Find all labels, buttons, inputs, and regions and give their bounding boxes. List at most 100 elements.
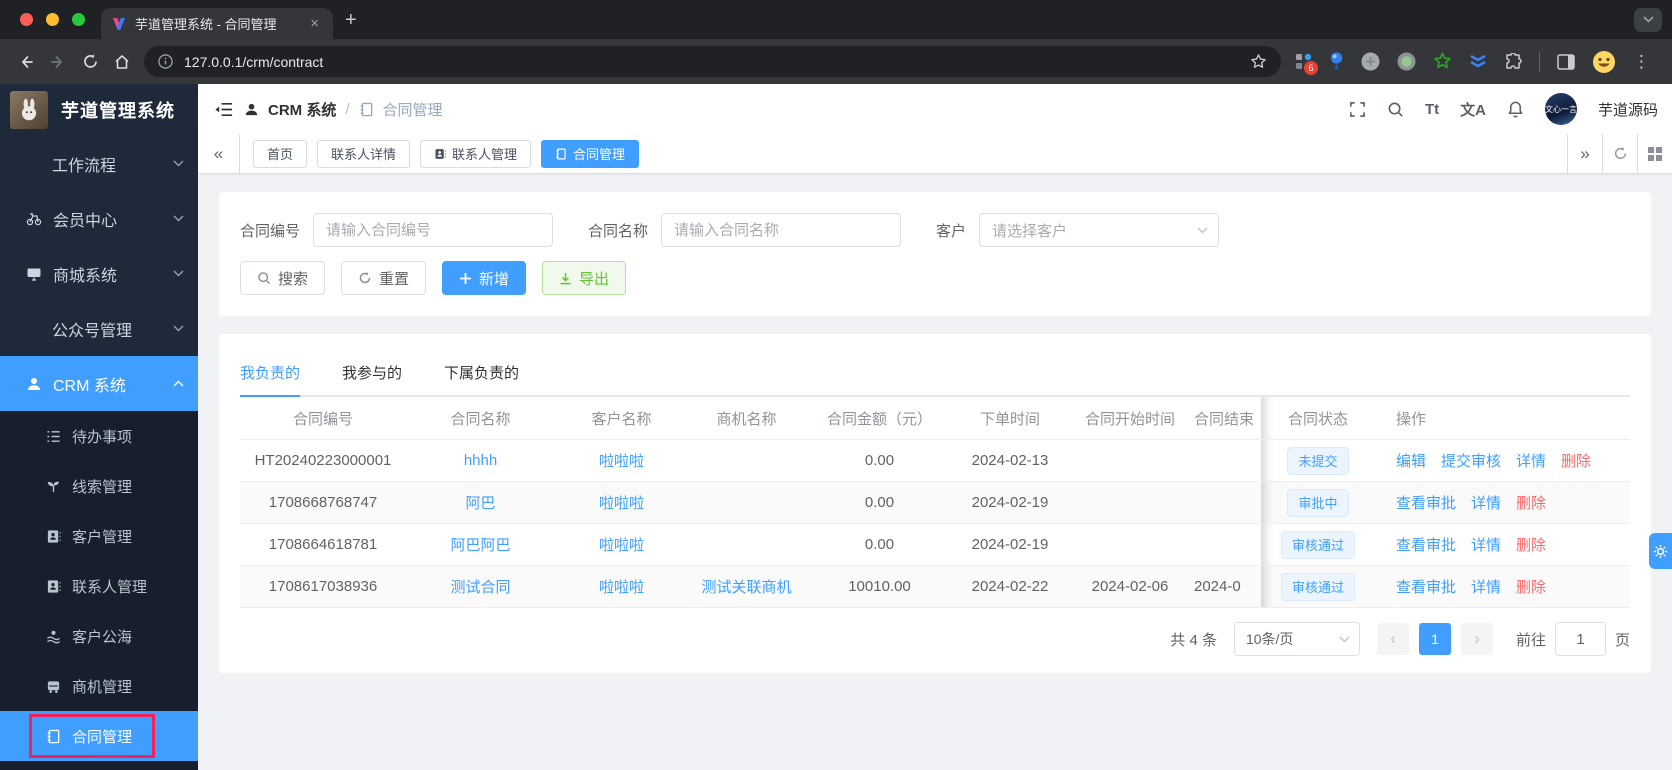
- submit-audit-link[interactable]: 提交审核: [1441, 450, 1501, 471]
- window-minimize-button[interactable]: [46, 13, 59, 26]
- breadcrumb-current: 合同管理: [382, 101, 443, 119]
- extension-grid-icon[interactable]: 6: [1295, 53, 1318, 75]
- sidebar-item-contract[interactable]: 合同管理: [0, 711, 198, 761]
- tab-mine[interactable]: 我负责的: [240, 355, 301, 397]
- font-size-icon[interactable]: Tt: [1425, 101, 1439, 118]
- extensions-puzzle-icon[interactable]: [1504, 52, 1522, 71]
- forward-button[interactable]: [42, 46, 74, 78]
- contract-name-input[interactable]: [661, 213, 902, 247]
- customer-link[interactable]: 啦啦啦: [555, 482, 688, 523]
- browser-menu-icon[interactable]: ⋮: [1633, 52, 1650, 72]
- sidebar-item-contacts[interactable]: 联系人管理: [0, 561, 198, 611]
- window-zoom-button[interactable]: [72, 13, 85, 26]
- view-audit-link[interactable]: 查看审批: [1396, 576, 1456, 597]
- extension-green-star-icon[interactable]: [1433, 52, 1452, 71]
- side-panel-icon[interactable]: [1557, 53, 1575, 70]
- contract-name-link[interactable]: 阿巴阿巴: [406, 524, 555, 565]
- customer-link[interactable]: 啦啦啦: [555, 440, 688, 481]
- extension-gray-circle-icon[interactable]: [1361, 52, 1380, 71]
- view-audit-link[interactable]: 查看审批: [1396, 534, 1456, 555]
- fullscreen-icon[interactable]: [1349, 101, 1366, 118]
- sidebar-item-workflow[interactable]: 工作流程: [0, 136, 198, 191]
- url-bar[interactable]: 127.0.0.1/crm/contract: [144, 46, 1281, 77]
- detail-link[interactable]: 详情: [1471, 534, 1501, 555]
- home-button[interactable]: [106, 46, 138, 78]
- delete-link[interactable]: 删除: [1516, 576, 1546, 597]
- next-page-button[interactable]: ›: [1460, 623, 1493, 655]
- export-button[interactable]: 导出: [542, 261, 627, 295]
- tab-search-button[interactable]: [1634, 7, 1662, 32]
- search-icon[interactable]: [1387, 101, 1404, 118]
- settings-gear-button[interactable]: [1649, 533, 1672, 569]
- sidebar-item-mall[interactable]: 商城系统: [0, 246, 198, 301]
- contract-name-link[interactable]: 测试合同: [406, 566, 555, 607]
- tab-subordinate[interactable]: 下属负责的: [444, 355, 519, 395]
- detail-link[interactable]: 详情: [1516, 450, 1546, 471]
- sidebar-item-customer[interactable]: 客户管理: [0, 511, 198, 561]
- reload-button[interactable]: [74, 46, 106, 78]
- layout-grid-button[interactable]: [1637, 134, 1672, 173]
- tags-scroll-left-button[interactable]: «: [198, 134, 240, 173]
- back-button[interactable]: [10, 46, 42, 78]
- refresh-page-button[interactable]: [1602, 134, 1637, 173]
- sidebar-item-crm[interactable]: CRM 系统: [0, 356, 198, 411]
- chevron-up-icon: [173, 380, 184, 387]
- site-info-icon[interactable]: [158, 54, 173, 69]
- sidebar-collapse-button[interactable]: [202, 84, 244, 134]
- window-close-button[interactable]: [20, 13, 33, 26]
- tag-view-bar: « 首页 联系人详情 联系人管理 合同管理 »: [198, 134, 1672, 174]
- sidebar-item-customer-pool[interactable]: 客户公海: [0, 611, 198, 661]
- tag-contract-manage[interactable]: 合同管理: [541, 139, 640, 168]
- user-avatar[interactable]: 文心一言: [1544, 93, 1577, 125]
- reset-button[interactable]: 重置: [341, 261, 427, 295]
- opportunity-link[interactable]: 测试关联商机: [688, 566, 805, 607]
- url-text[interactable]: 127.0.0.1/crm/contract: [184, 54, 1239, 70]
- customer-link[interactable]: 啦啦啦: [555, 566, 688, 607]
- page-size-select[interactable]: 10条/页: [1233, 622, 1360, 656]
- username[interactable]: 芋道源码: [1598, 99, 1658, 120]
- app-logo[interactable]: 芋道管理系统: [0, 84, 198, 136]
- sidebar-item-member[interactable]: 会员中心: [0, 191, 198, 246]
- add-button[interactable]: 新增: [442, 261, 527, 295]
- table-row: 1708664618781 阿巴阿巴 啦啦啦 0.00 2024-02-19 审…: [240, 524, 1630, 566]
- sidebar-item-todo[interactable]: 待办事项: [0, 411, 198, 461]
- detail-link[interactable]: 详情: [1471, 576, 1501, 597]
- contract-name-link[interactable]: hhhh: [406, 440, 555, 481]
- sidebar-item-official-account[interactable]: 公众号管理: [0, 301, 198, 356]
- bell-icon[interactable]: [1507, 100, 1524, 118]
- search-button[interactable]: 搜索: [240, 261, 326, 295]
- contract-name-link[interactable]: 阿巴: [406, 482, 555, 523]
- customer-select[interactable]: 请选择客户: [979, 213, 1220, 247]
- delete-link[interactable]: 删除: [1516, 492, 1546, 513]
- bookmark-star-icon[interactable]: [1250, 53, 1267, 70]
- tag-contact-detail[interactable]: 联系人详情: [317, 139, 411, 168]
- tag-contact-manage[interactable]: 联系人管理: [420, 139, 532, 168]
- profile-avatar-icon[interactable]: [1592, 50, 1616, 74]
- goto-page-input[interactable]: [1554, 622, 1606, 656]
- tag-list: 首页 联系人详情 联系人管理 合同管理: [240, 139, 1567, 168]
- tab-participated[interactable]: 我参与的: [342, 355, 402, 395]
- customer-link[interactable]: 啦啦啦: [555, 524, 688, 565]
- extension-chevrons-icon[interactable]: [1469, 54, 1487, 70]
- extension-green-dot-icon[interactable]: [1397, 52, 1416, 71]
- translate-icon[interactable]: 文A: [1460, 99, 1486, 120]
- extension-balloon-icon[interactable]: [1329, 52, 1344, 71]
- app-title: 芋道管理系统: [61, 101, 175, 121]
- sidebar-item-clue[interactable]: 线索管理: [0, 461, 198, 511]
- page-1-button[interactable]: 1: [1418, 623, 1451, 655]
- tab-close-icon[interactable]: ×: [306, 14, 323, 33]
- contract-no-input[interactable]: [313, 213, 554, 247]
- new-tab-button[interactable]: +: [345, 10, 357, 30]
- browser-tab[interactable]: 芋道管理系统 - 合同管理 ×: [101, 8, 333, 39]
- tags-scroll-right-button[interactable]: »: [1567, 134, 1602, 173]
- prev-page-button[interactable]: ‹: [1376, 623, 1409, 655]
- view-audit-link[interactable]: 查看审批: [1396, 492, 1456, 513]
- sidebar-item-opportunity[interactable]: 商机管理: [0, 661, 198, 711]
- delete-link[interactable]: 删除: [1516, 534, 1546, 555]
- tag-home[interactable]: 首页: [253, 139, 308, 168]
- delete-link[interactable]: 删除: [1561, 450, 1591, 471]
- detail-link[interactable]: 详情: [1471, 492, 1501, 513]
- chevron-down-icon: [1339, 635, 1350, 643]
- edit-link[interactable]: 编辑: [1396, 450, 1426, 471]
- breadcrumb-root[interactable]: CRM 系统: [268, 99, 336, 120]
